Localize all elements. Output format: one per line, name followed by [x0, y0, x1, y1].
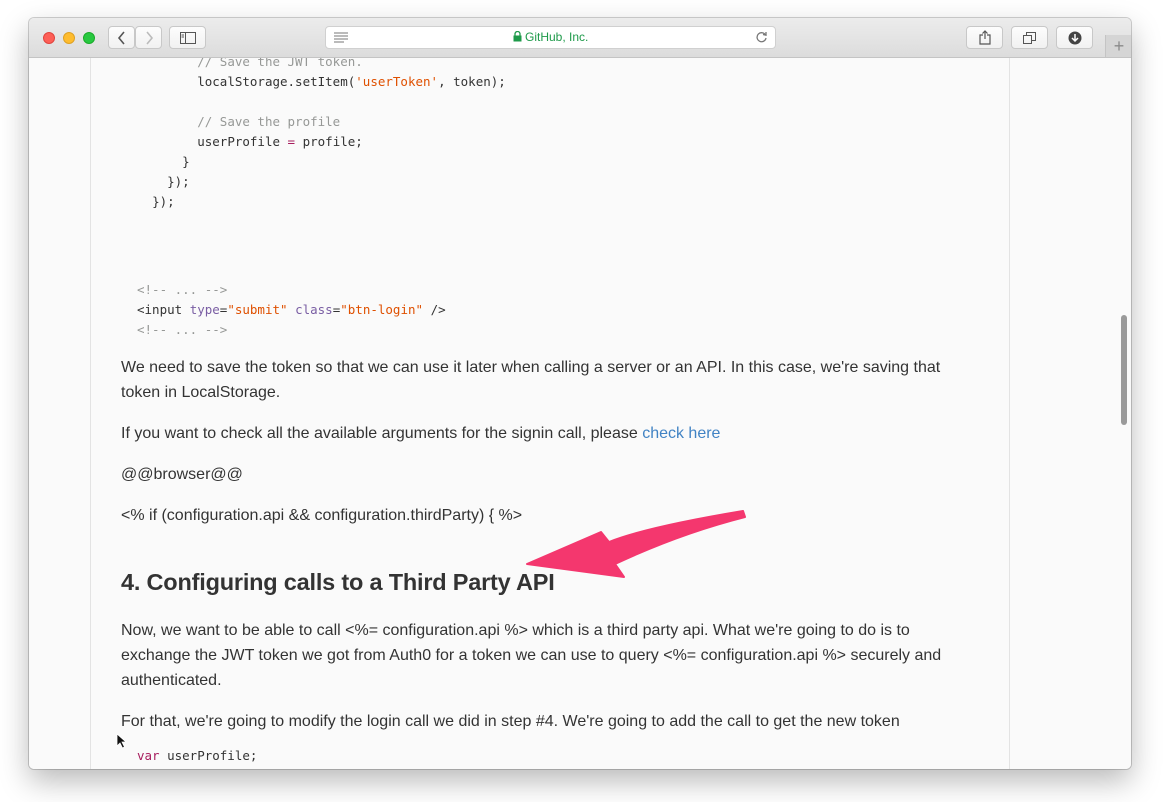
forward-button[interactable]: [135, 26, 162, 49]
reload-icon[interactable]: [755, 31, 768, 44]
new-tab-button[interactable]: +: [1105, 35, 1131, 57]
paragraph-third-party-intro: Now, we want to be able to call <%= conf…: [121, 622, 942, 689]
paragraph-browser-placeholder: @@browser@@: [121, 466, 243, 483]
back-icon: [117, 30, 125, 45]
back-button[interactable]: [108, 26, 135, 49]
page-content: // Save the JWT token. localStorage.setI…: [29, 58, 1131, 769]
paragraph-modify-login: For that, we're going to modify the logi…: [121, 713, 900, 730]
tabs-overview-button[interactable]: [1011, 26, 1048, 49]
code-block-js: // Save the JWT token. localStorage.setI…: [152, 58, 506, 209]
browser-window: GitHub, Inc. + // Save the JWT token. lo…: [29, 18, 1131, 769]
minimize-window-button[interactable]: [63, 32, 75, 44]
close-window-button[interactable]: [43, 32, 55, 44]
code-block-html: <!-- ... --> <input type="submit" class=…: [137, 282, 446, 337]
address-bar[interactable]: GitHub, Inc.: [325, 26, 776, 49]
annotation-arrow: [526, 510, 746, 578]
share-button[interactable]: [966, 26, 1003, 49]
paragraph-signin-args: If you want to check all the available a…: [121, 421, 971, 446]
site-identity: GitHub, Inc.: [326, 30, 775, 44]
paragraph-signin-args-text: If you want to check all the available a…: [121, 425, 643, 442]
downloads-icon: [1068, 31, 1081, 44]
new-tab-icon: +: [1113, 35, 1125, 56]
code-block-bottom: var userProfile;: [137, 748, 258, 763]
site-label: GitHub, Inc.: [524, 30, 589, 44]
forward-icon: [145, 30, 153, 45]
sidebar-button[interactable]: [169, 26, 206, 49]
downloads-button[interactable]: [1056, 26, 1093, 49]
zoom-window-button[interactable]: [83, 32, 95, 44]
lock-icon: [513, 30, 522, 42]
paragraph-save-token: We need to save the token so that we can…: [121, 359, 941, 401]
content-border-left: [90, 58, 91, 769]
share-icon: [978, 30, 991, 45]
vertical-scrollbar[interactable]: [1121, 315, 1127, 425]
check-here-link[interactable]: check here: [642, 425, 720, 442]
mouse-cursor-icon: [116, 733, 128, 749]
tabs-icon: [1023, 31, 1036, 44]
section-heading: 4. Configuring calls to a Third Party AP…: [121, 569, 555, 595]
sidebar-icon: [179, 31, 196, 44]
content-border-right: [1009, 58, 1010, 769]
browser-toolbar: GitHub, Inc. +: [29, 18, 1131, 58]
